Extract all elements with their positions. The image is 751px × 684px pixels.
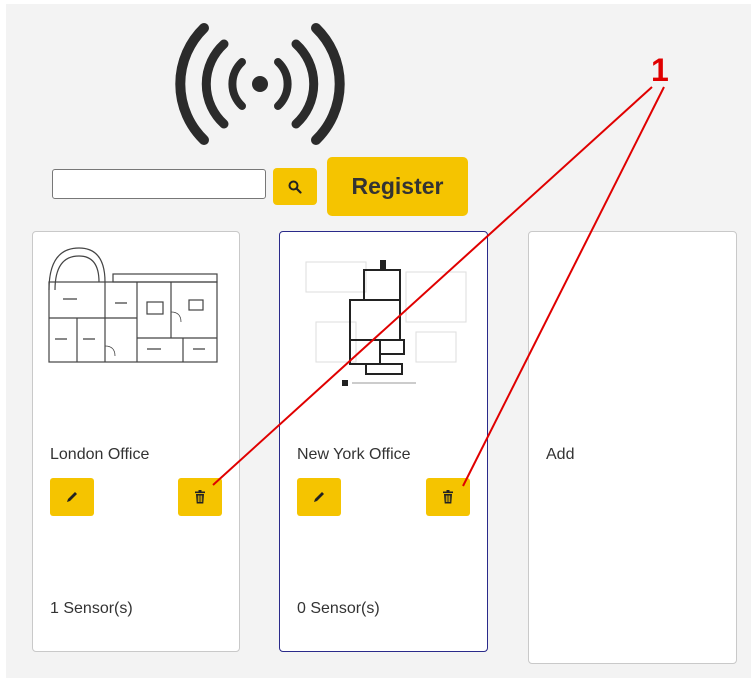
annotation-lines [212, 86, 665, 487]
annotation-number: 1 [651, 52, 669, 88]
